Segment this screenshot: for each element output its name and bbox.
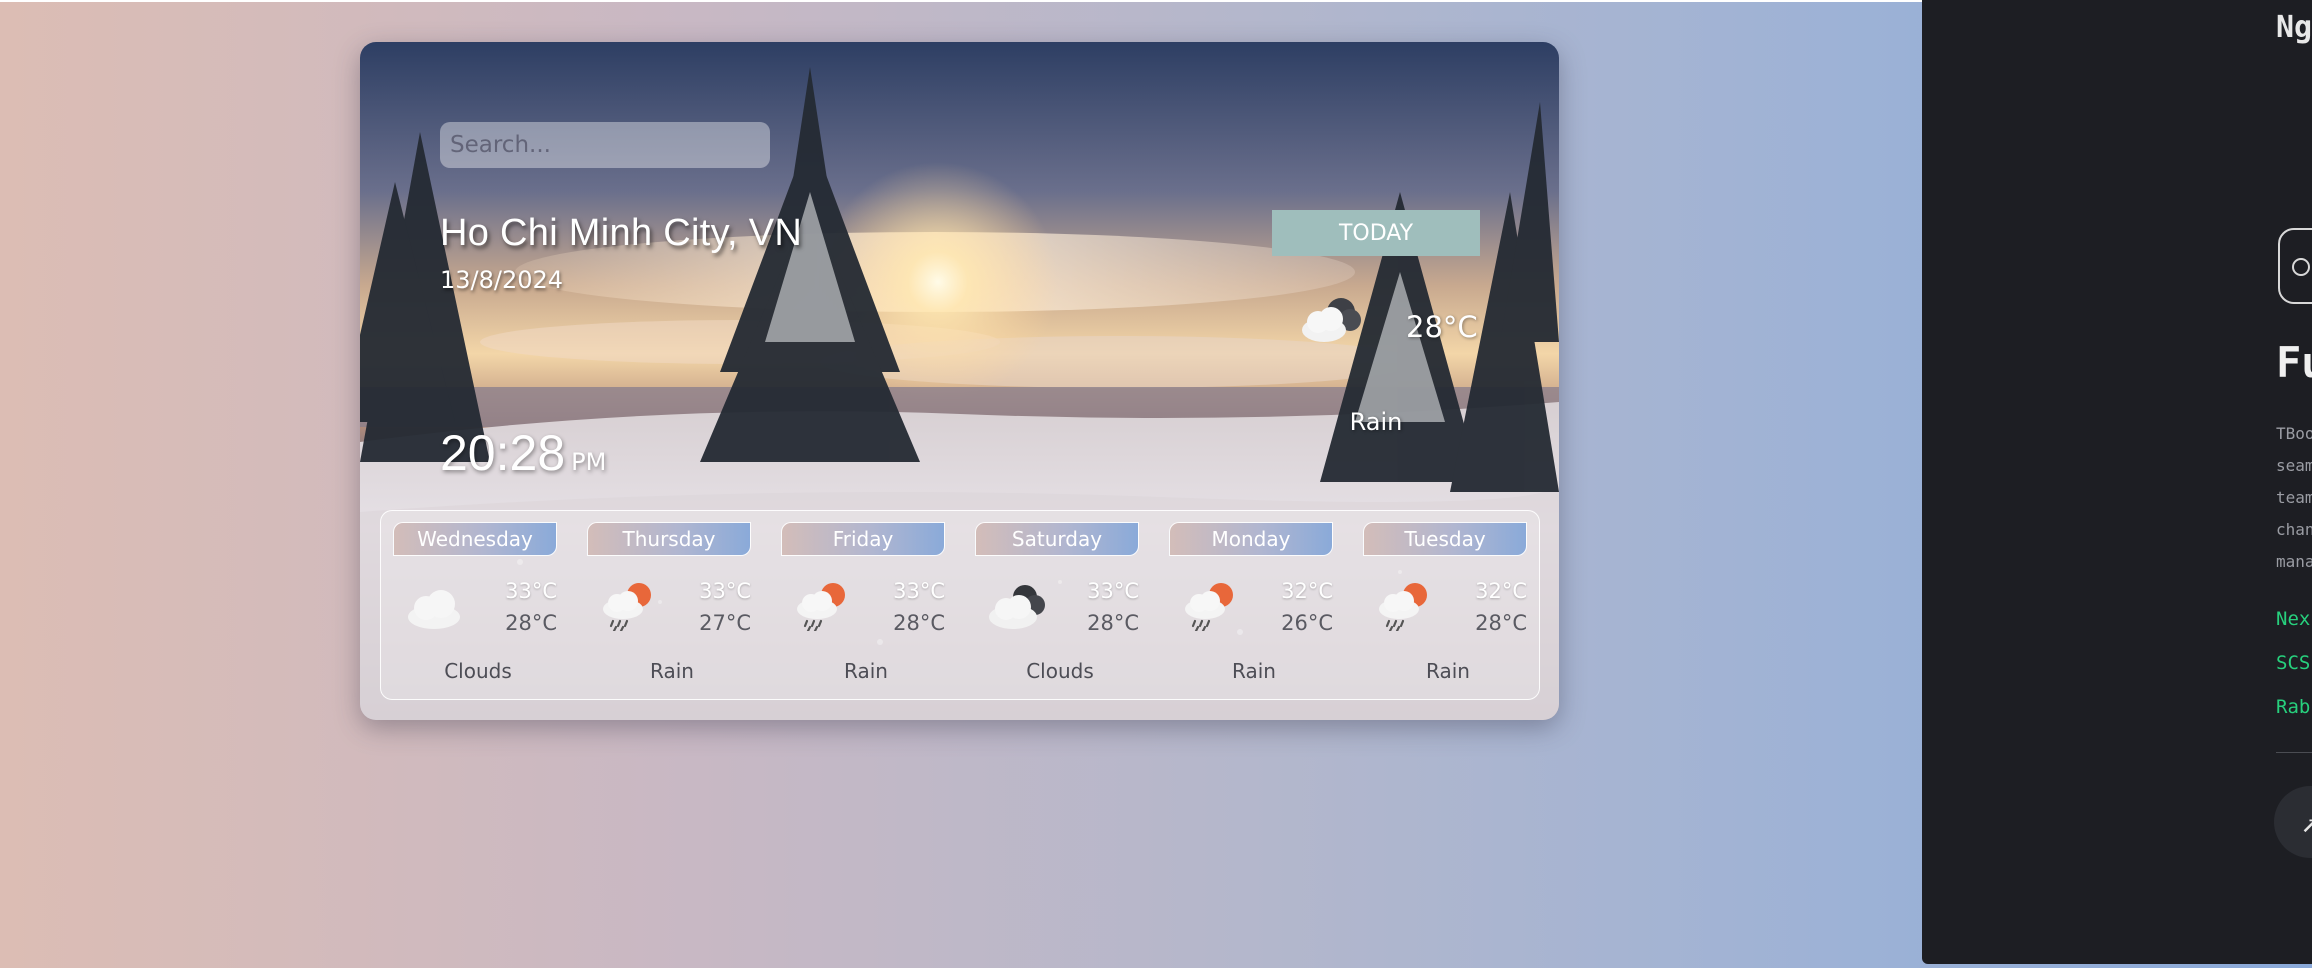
- forecast-day: Friday 33°C 28°C Rain: [769, 511, 945, 701]
- today-label: TODAY: [1272, 210, 1480, 256]
- divider: [2276, 752, 2312, 753]
- forecast-condition: Rain: [1426, 659, 1470, 683]
- forecast-day-label: Wednesday: [393, 522, 557, 556]
- forecast-max-temp: 32°C: [1281, 579, 1333, 603]
- sun-rain-icon: [1177, 579, 1243, 633]
- cloud-icon: [401, 579, 467, 631]
- local-time: 20:28 PM: [440, 424, 606, 482]
- forecast-condition: Rain: [650, 659, 694, 683]
- cloud-dark-icon: [1298, 292, 1364, 344]
- forecast-panel: Wednesday 33°C 28°C Clouds Thursday 33°C…: [380, 510, 1540, 700]
- sun-rain-icon: [595, 579, 661, 633]
- sun-rain-icon: [1371, 579, 1437, 633]
- forecast-day-label: Friday: [781, 522, 945, 556]
- search-input[interactable]: [440, 122, 770, 168]
- forecast-min-temp: 28°C: [893, 611, 945, 635]
- forecast-max-temp: 33°C: [699, 579, 751, 603]
- description-line: team: [2276, 488, 2312, 507]
- forecast-min-temp: 28°C: [505, 611, 557, 635]
- forecast-condition: Rain: [1232, 659, 1276, 683]
- forecast-day-label: Tuesday: [1363, 522, 1527, 556]
- forecast-min-temp: 26°C: [1281, 611, 1333, 635]
- forecast-max-temp: 33°C: [505, 579, 557, 603]
- weather-card: Ho Chi Minh City, VN 13/8/2024 20:28PM T…: [360, 42, 1559, 720]
- description-line: mana: [2276, 552, 2312, 571]
- tech-tag: SCS: [2276, 652, 2311, 674]
- forecast-day: Monday 32°C 26°C Rain: [1157, 511, 1333, 701]
- forecast-max-temp: 33°C: [1087, 579, 1139, 603]
- forecast-condition: Rain: [844, 659, 888, 683]
- description-line: chan: [2276, 520, 2312, 539]
- forecast-day-label: Saturday: [975, 522, 1139, 556]
- forecast-day: Wednesday 33°C 28°C Clouds: [381, 511, 557, 701]
- forecast-day: Saturday 33°C 28°C Clouds: [963, 511, 1139, 701]
- tech-tag: Nex: [2276, 608, 2311, 630]
- forecast-max-temp: 32°C: [1475, 579, 1527, 603]
- sun-rain-icon: [789, 579, 855, 633]
- open-link-button[interactable]: ↗: [2274, 786, 2312, 858]
- forecast-day: Tuesday 32°C 28°C Rain: [1351, 511, 1527, 701]
- forecast-condition: Clouds: [444, 659, 512, 683]
- city-name: Ho Chi Minh City, VN: [440, 212, 803, 254]
- forecast-condition: Clouds: [1026, 659, 1094, 683]
- description-line: TBoo: [2276, 424, 2312, 443]
- top-border: [0, 0, 1922, 2]
- forecast-day: Thursday 33°C 27°C Rain: [575, 511, 751, 701]
- forecast-max-temp: 33°C: [893, 579, 945, 603]
- description-line: seam: [2276, 456, 2312, 475]
- panel-title: Fu: [2276, 338, 2312, 387]
- panel-description: TBoo seam team chan mana: [2276, 418, 2312, 578]
- forecast-day-label: Thursday: [587, 522, 751, 556]
- forecast-min-temp: 27°C: [699, 611, 751, 635]
- panel-name: Ng: [2276, 10, 2312, 45]
- dark-clouds-icon: [983, 579, 1049, 631]
- forecast-min-temp: 28°C: [1087, 611, 1139, 635]
- current-date: 13/8/2024: [440, 266, 564, 294]
- project-badge-icon: [2278, 228, 2312, 304]
- today-temperature: 28°C: [1406, 310, 1478, 344]
- arrow-up-right-icon: ↗: [2300, 804, 2312, 840]
- forecast-day-label: Monday: [1169, 522, 1333, 556]
- time-value: 20:28: [440, 425, 566, 481]
- portfolio-side-panel: Ng Fu TBoo seam team chan mana Nex SCS R…: [1922, 0, 2312, 964]
- today-condition: Rain: [1349, 408, 1403, 436]
- time-ampm: PM: [571, 448, 607, 476]
- tech-tag: Rab: [2276, 696, 2311, 718]
- forecast-min-temp: 28°C: [1475, 611, 1527, 635]
